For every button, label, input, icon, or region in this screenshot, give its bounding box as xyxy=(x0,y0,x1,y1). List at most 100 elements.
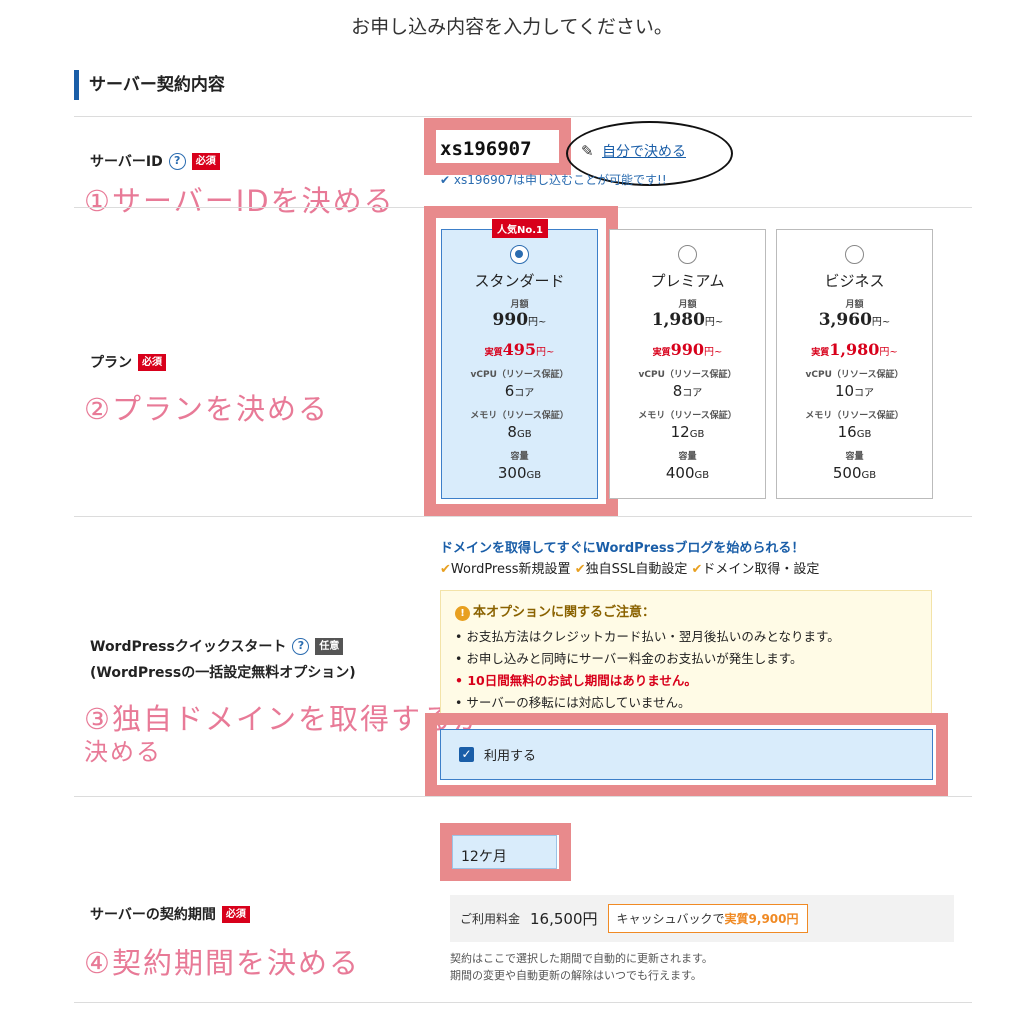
cpu-value: 8コア xyxy=(610,382,765,400)
cashback-value: 実質9,900円 xyxy=(724,912,799,926)
fee-label: ご利用料金 xyxy=(460,912,521,926)
cpu-number: 10 xyxy=(834,382,855,400)
period-label-group: サーバーの契約期間 必須 xyxy=(90,904,250,924)
renewal-note-line: 契約はここで選択した期間で自動的に更新されます。 xyxy=(450,952,713,965)
plan-real-price: 実質990円~ xyxy=(610,340,765,359)
page-heading: お申し込み内容を入力してください。 xyxy=(351,16,673,38)
checkbox-checked-icon[interactable]: ✓ xyxy=(459,747,474,762)
availability-message: ✔ xs196907は申し込むことが可能です!! xyxy=(440,171,667,188)
divider xyxy=(74,1002,972,1003)
help-icon[interactable]: ? xyxy=(168,152,186,170)
fee-value: 16,500円 xyxy=(530,910,598,928)
promo-heading: ドメインを取得してすぐにWordPressブログを始められる！ xyxy=(440,541,805,556)
plan-real-price: 実質495円~ xyxy=(442,340,597,359)
real-value: 1,980 xyxy=(829,340,880,359)
availability-text: xs196907は申し込むことが可能です!! xyxy=(453,173,667,187)
disk-label: 容量 xyxy=(678,452,697,462)
notice-item: 10日間無料のお試し期間はありません。 xyxy=(455,670,917,692)
cpu-number: 6 xyxy=(504,382,515,400)
monthly-label: 月額 xyxy=(678,300,697,310)
plan-real-price: 実質1,980円~ xyxy=(777,340,932,359)
feature-item: WordPress新規設置 xyxy=(450,562,571,577)
popular-badge: 人気No.1 xyxy=(492,219,548,238)
plan-label-group: プラン 必須 xyxy=(90,352,166,372)
fee-bar: ご利用料金 16,500円 キャッシュバックで実質9,900円 xyxy=(450,895,954,942)
real-label: 実質 xyxy=(652,348,671,358)
plan-card[interactable]: ビジネス 月額 3,960円~ 実質1,980円~ vCPU（リソース保証） 10コア メモ… xyxy=(776,229,933,499)
wp-label: WordPressクイックスタート xyxy=(90,639,287,655)
gb-unit: GB xyxy=(694,470,710,481)
server-id-value: xs196907 xyxy=(440,138,532,160)
yen-suffix: 円~ xyxy=(528,317,547,328)
renewal-note: 契約はここで選択した期間で自動的に更新されます。 期間の変更や自動更新の解除はい… xyxy=(450,950,713,984)
server-id-label-group: サーバーID ? 必須 xyxy=(90,151,220,171)
disk-label: 容量 xyxy=(845,452,864,462)
gb-unit: GB xyxy=(516,429,532,440)
gb-unit: GB xyxy=(861,470,877,481)
server-id-label: サーバーID xyxy=(90,154,163,170)
disk-number: 400 xyxy=(665,464,695,482)
mem-value: 12GB xyxy=(610,423,765,441)
cpu-label: vCPU（リソース保証） xyxy=(470,370,569,380)
annotation-server-id: ①サーバーIDを決める xyxy=(84,184,395,218)
notice-item: お支払方法はクレジットカード払い・翌月後払いのみとなります。 xyxy=(455,626,917,648)
mem-label: メモリ（リソース保証） xyxy=(470,411,569,421)
plan-card[interactable]: スタンダード 月額 990円~ 実質495円~ vCPU（リソース保証） 6コア メモリ（リ… xyxy=(441,229,598,499)
required-badge: 必須 xyxy=(138,353,166,371)
optional-badge: 任意 xyxy=(315,637,344,655)
mem-value: 8GB xyxy=(442,423,597,441)
plan-card[interactable]: プレミアム 月額 1,980円~ 実質990円~ vCPU（リソース保証） 8コア メモリ（… xyxy=(609,229,766,499)
monthly-label: 月額 xyxy=(510,300,529,310)
plan-name: プレミアム xyxy=(650,272,725,290)
core-unit: コア xyxy=(514,388,535,399)
gb-unit: GB xyxy=(526,470,542,481)
renewal-note-line: 期間の変更や自動更新の解除はいつでも行えます。 xyxy=(450,969,702,982)
divider xyxy=(74,116,972,117)
check-icon: ✔ xyxy=(574,562,586,577)
mem-value: 16GB xyxy=(777,423,932,441)
feature-item: ドメイン取得・設定 xyxy=(702,562,820,577)
notice-title: ! 本オプションに関するご注意： xyxy=(455,601,917,621)
plan-price: 990円~ xyxy=(442,310,597,330)
check-icon: ✔ xyxy=(440,173,451,187)
cpu-number: 8 xyxy=(672,382,683,400)
feature-item: 独自SSL自動設定 xyxy=(585,562,688,577)
wp-sublabel: (WordPressの一括設定無料オプション) xyxy=(90,665,356,681)
plan-label: プラン xyxy=(90,355,132,371)
real-label: 実質 xyxy=(484,348,503,358)
core-unit: コア xyxy=(682,388,703,399)
plan-price: 1,980円~ xyxy=(610,310,765,330)
mem-label: メモリ（リソース保証） xyxy=(638,411,737,421)
price-value: 990 xyxy=(492,310,529,330)
use-option-checkbox[interactable]: ✓ 利用する xyxy=(440,729,933,780)
cpu-label: vCPU（リソース保証） xyxy=(805,370,904,380)
annotation-plan: ②プランを決める xyxy=(84,392,329,426)
notice-box: !本オプションに関するご注意： お支払方法はクレジットカード払い・翌月後払いのみ… xyxy=(440,590,932,714)
cashback-prefix: キャッシュバックで xyxy=(616,912,725,926)
disk-value: 300GB xyxy=(442,464,597,482)
yen-suffix: 円~ xyxy=(704,347,723,358)
plan-price: 3,960円~ xyxy=(777,310,932,330)
period-label: サーバーの契約期間 xyxy=(90,907,216,923)
divider xyxy=(74,516,972,517)
cpu-value: 6コア xyxy=(442,382,597,400)
exclamation-icon: ! xyxy=(455,606,470,621)
real-value: 495 xyxy=(502,340,537,359)
use-label: 利用する xyxy=(484,749,537,764)
feature-list: ✔WordPress新規設置 ✔独自SSL自動設定 ✔ドメイン取得・設定 xyxy=(440,558,819,577)
price-value: 1,980 xyxy=(651,310,705,330)
disk-value: 400GB xyxy=(610,464,765,482)
notice-title-text: 本オプションに関するご注意： xyxy=(473,605,656,620)
mem-number: 16 xyxy=(837,423,857,441)
period-select[interactable]: 12ケ月 xyxy=(452,835,557,869)
help-icon[interactable]: ? xyxy=(292,637,310,655)
cpu-value: 10コア xyxy=(777,382,932,400)
radio-button[interactable] xyxy=(510,245,529,264)
mem-number: 12 xyxy=(670,423,690,441)
wp-label-group: WordPressクイックスタート ? 任意 (WordPressの一括設定無料… xyxy=(90,636,356,682)
section-title: サーバー契約内容 xyxy=(74,70,225,100)
real-label: 実質 xyxy=(811,348,830,358)
price-value: 3,960 xyxy=(818,310,872,330)
radio-button[interactable] xyxy=(678,245,697,264)
radio-button[interactable] xyxy=(845,245,864,264)
